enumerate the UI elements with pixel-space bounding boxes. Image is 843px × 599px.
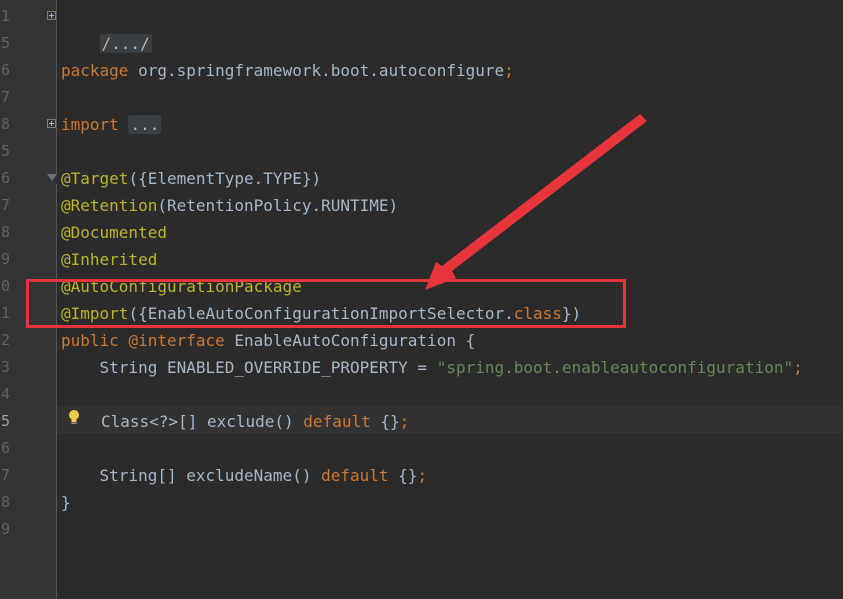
folded-comment[interactable]: /.../: [99, 34, 152, 53]
line-number: 4: [1, 385, 11, 403]
annotation-args: ({ElementType.TYPE}): [128, 169, 322, 188]
line-number: 8: [1, 223, 11, 241]
code-line[interactable]: public @interface EnableAutoConfiguratio…: [61, 327, 475, 354]
line-number: 3: [1, 358, 11, 376]
code-line[interactable]: String ENABLED_OVERRIDE_PROPERTY = "spri…: [61, 354, 803, 381]
code-line[interactable]: @Target({ElementType.TYPE}): [61, 165, 321, 192]
keyword-default: default: [303, 412, 371, 431]
method-body: {}: [388, 466, 418, 485]
folded-imports[interactable]: ...: [128, 115, 162, 134]
line-number: 0: [1, 277, 11, 295]
semicolon: ;: [504, 61, 514, 80]
fold-expand-icon[interactable]: [47, 119, 56, 128]
annotation-target: @Target: [61, 169, 129, 188]
line-number: 6: [1, 439, 11, 457]
line-number: 5: [1, 34, 11, 52]
line-number: 7: [1, 466, 11, 484]
code-line[interactable]: String[] excludeName() default {};: [61, 462, 428, 489]
annotation-documented: @Documented: [61, 223, 167, 242]
line-number: 9: [1, 520, 11, 538]
keyword-import: import: [61, 115, 119, 134]
line-number: 6: [1, 169, 11, 187]
semicolon: ;: [417, 466, 428, 485]
code-editor[interactable]: 1 5 6 7 8 5 6 7 8 9 0 1 2 3 4 5 6 7 8 9 …: [0, 0, 843, 599]
annotation-inherited: @Inherited: [61, 250, 158, 269]
code-line[interactable]: @Inherited: [61, 246, 157, 273]
code-line[interactable]: import ...: [61, 111, 162, 138]
interface-name: EnableAutoConfiguration {: [224, 331, 476, 350]
code-line[interactable]: @Retention(RetentionPolicy.RUNTIME): [61, 192, 398, 219]
fold-expand-icon[interactable]: [47, 11, 56, 20]
annotation-args: (RetentionPolicy.RUNTIME): [157, 196, 399, 215]
line-number: 2: [1, 331, 11, 349]
highlight-rectangle: [26, 279, 626, 328]
code-line[interactable]: @Documented: [61, 219, 167, 246]
package-name: org.springframework.boot.autoconfigure: [128, 61, 505, 80]
field-declaration: String ENABLED_OVERRIDE_PROPERTY =: [61, 358, 437, 377]
line-number: 6: [1, 61, 11, 79]
line-number: 1: [1, 304, 11, 322]
code-line[interactable]: package org.springframework.boot.autocon…: [61, 57, 514, 84]
string-literal: "spring.boot.enableautoconfiguration": [436, 358, 794, 377]
line-number: 7: [1, 196, 11, 214]
method-body: {}: [370, 412, 400, 431]
code-line[interactable]: }: [61, 489, 71, 516]
method-signature: Class<?>[] exclude(): [101, 412, 304, 431]
method-signature: String[] excludeName(): [61, 466, 322, 485]
line-number-current: 5: [1, 412, 11, 430]
line-number: 8: [1, 493, 11, 511]
semicolon: ;: [793, 358, 803, 377]
line-number: 5: [1, 142, 11, 160]
code-line[interactable]: /.../: [61, 3, 152, 53]
code-line[interactable]: Class<?>[] exclude() default {};: [101, 408, 409, 435]
line-number: 9: [1, 250, 11, 268]
keyword-public: public: [61, 331, 119, 350]
annotation-retention: @Retention: [61, 196, 158, 215]
keyword-package: package: [61, 61, 129, 80]
keyword-interface: @interface: [128, 331, 225, 350]
closing-brace: }: [61, 493, 71, 512]
line-number: 1: [1, 7, 11, 25]
keyword-default: default: [321, 466, 389, 485]
line-number: 8: [1, 115, 11, 133]
line-number: 7: [1, 88, 11, 106]
fold-collapse-icon[interactable]: [47, 174, 57, 184]
lightbulb-icon[interactable]: [67, 409, 81, 427]
semicolon: ;: [399, 412, 410, 431]
